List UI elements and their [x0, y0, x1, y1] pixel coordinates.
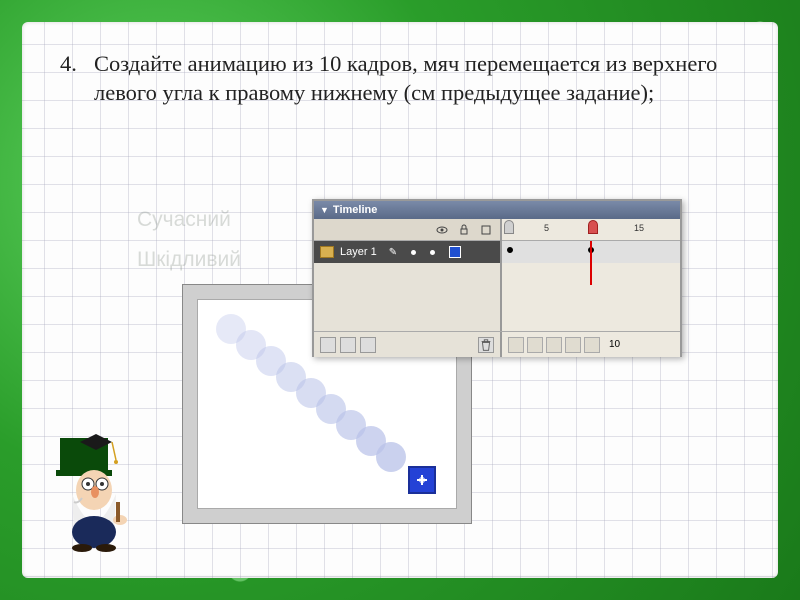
onion-frame-ball: [376, 442, 406, 472]
edit-multiple-frames-button[interactable]: [565, 337, 581, 353]
center-frame-button[interactable]: [508, 337, 524, 353]
lock-icon[interactable]: [458, 224, 470, 236]
slide-background: 4. Создайте анимацию из 10 кадров, мяч п…: [0, 0, 800, 600]
modify-onion-markers-button[interactable]: [584, 337, 600, 353]
layer-controls: [314, 332, 502, 357]
keyframe-icon[interactable]: [507, 247, 513, 253]
layer-row[interactable]: Layer 1 ✎: [314, 241, 500, 263]
task-number: 4.: [60, 50, 77, 79]
onion-skin-outlines-button[interactable]: [546, 337, 562, 353]
registration-cross-icon: [417, 475, 427, 485]
visibility-dot[interactable]: [411, 250, 416, 255]
layers-header: [314, 219, 500, 241]
layer-name: Layer 1: [340, 246, 377, 258]
frame-controls: 10: [502, 332, 680, 357]
delete-layer-button[interactable]: [478, 337, 494, 353]
timeline-body: Layer 1 ✎ 5 15: [314, 219, 680, 331]
add-layer-button[interactable]: [320, 337, 336, 353]
ruler-tick: 15: [634, 223, 644, 233]
onion-skin-button[interactable]: [527, 337, 543, 353]
professor-mascot: [52, 432, 144, 552]
onion-skin-end-icon[interactable]: [588, 220, 598, 234]
outline-icon[interactable]: [480, 224, 492, 236]
timeline-title: Timeline: [333, 204, 377, 216]
playhead[interactable]: [590, 241, 592, 285]
add-folder-button[interactable]: [360, 337, 376, 353]
onion-skin-start-icon[interactable]: [504, 220, 514, 234]
layer-color-swatch[interactable]: [449, 246, 461, 258]
timeline-layers-column: Layer 1 ✎: [314, 219, 502, 331]
frame-ruler[interactable]: 5 15: [502, 219, 680, 241]
timeline-panel[interactable]: ▼ Timeline: [312, 199, 682, 357]
eye-icon[interactable]: [436, 224, 448, 236]
frame-row[interactable]: [502, 241, 680, 263]
current-frame-number: 10: [609, 339, 620, 350]
layer-folder-icon: [320, 246, 334, 258]
timeline-frames-column[interactable]: 5 15: [502, 219, 680, 331]
ball-current-frame[interactable]: [408, 466, 436, 494]
collapse-arrow-icon[interactable]: ▼: [320, 205, 329, 215]
lock-dot[interactable]: [430, 250, 435, 255]
add-motion-guide-button[interactable]: [340, 337, 356, 353]
timeline-titlebar[interactable]: ▼ Timeline: [314, 201, 680, 219]
content-card: 4. Создайте анимацию из 10 кадров, мяч п…: [22, 22, 778, 578]
layers-empty-area: [314, 263, 500, 331]
ruler-tick: 5: [544, 223, 549, 233]
timeline-footer: 10: [314, 331, 680, 357]
task-body: 4. Создайте анимацию из 10 кадров, мяч п…: [94, 50, 738, 108]
task-text: Создайте анимацию из 10 кадров, мяч пере…: [94, 51, 717, 105]
background-watermark-text: Сучасний Шкідливий: [137, 200, 241, 280]
pencil-icon: ✎: [389, 247, 397, 258]
